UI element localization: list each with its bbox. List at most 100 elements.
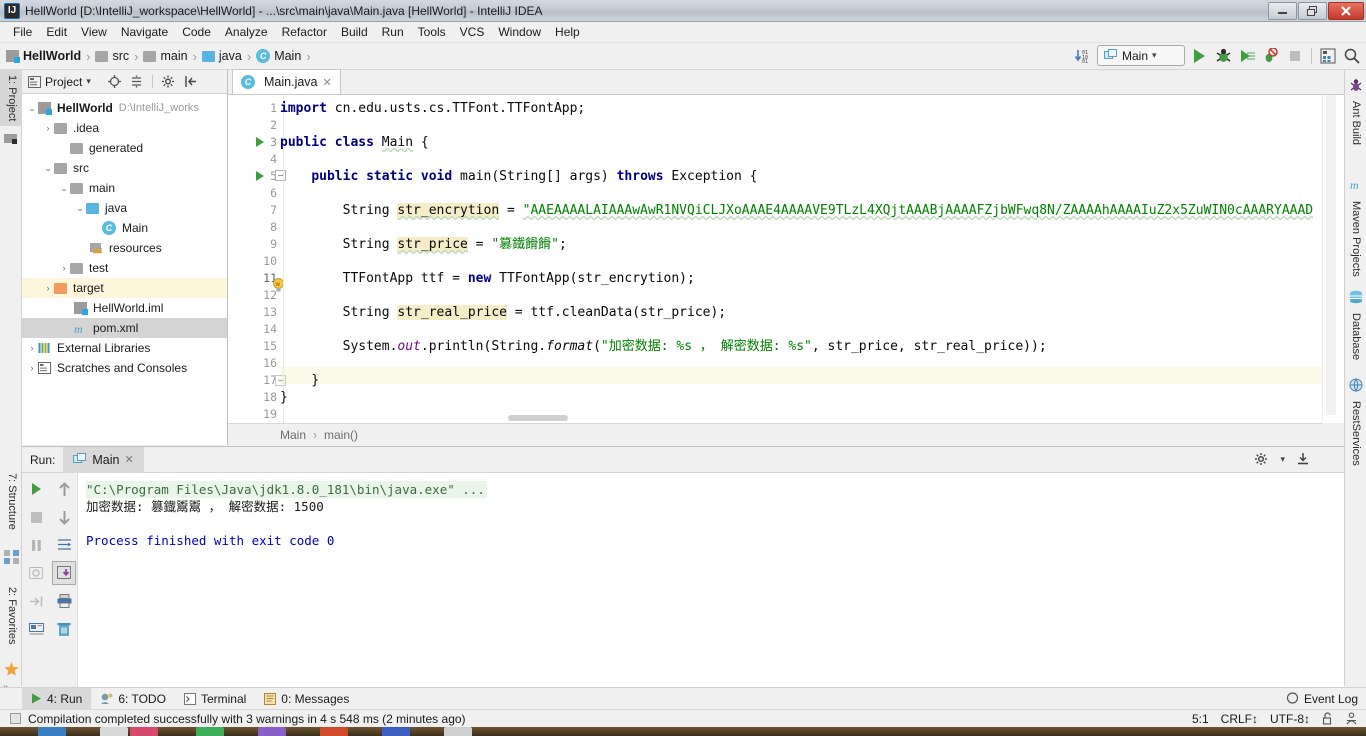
bottom-tab-todo[interactable]: 6: TODO [91, 688, 175, 710]
event-log-button[interactable]: Event Log [1286, 692, 1358, 706]
navbar-crumb-hellworld[interactable]: HellWorld [6, 49, 81, 63]
menu-edit[interactable]: Edit [39, 23, 74, 41]
editor-tab-main-java[interactable]: C Main.java ✕ [232, 69, 341, 94]
chevron-right-icon[interactable]: › [42, 123, 54, 133]
right-rail-tab-ant-build[interactable]: Ant Build [1344, 96, 1366, 150]
chevron-right-icon[interactable]: › [58, 263, 70, 273]
scrollbar-thumb[interactable] [1326, 95, 1336, 415]
run-configuration-selector[interactable]: Main ▾ [1097, 45, 1185, 66]
menu-vcs[interactable]: VCS [453, 23, 492, 41]
console-output[interactable]: "C:\Program Files\Java\jdk1.8.0_181\bin\… [78, 473, 1344, 687]
bottom-tab-run[interactable]: 4: Run [22, 687, 92, 710]
taskbar-item[interactable] [444, 727, 472, 736]
pin-tab-icon[interactable] [1296, 452, 1310, 466]
taskbar-item[interactable] [38, 727, 66, 736]
line-separator[interactable]: CRLF↕ [1221, 712, 1258, 726]
right-rail-tab-database[interactable]: Database [1344, 308, 1366, 365]
rerun-button[interactable] [24, 477, 48, 501]
breadcrumb-class[interactable]: Main [280, 428, 306, 442]
chevron-down-icon[interactable]: ▾ [1280, 454, 1285, 465]
right-rail-tab-maven-projects[interactable]: Maven Projects [1344, 196, 1366, 282]
menu-build[interactable]: Build [334, 23, 375, 41]
run-button[interactable] [1189, 46, 1209, 66]
right-rail-tab-rest-services[interactable]: RestServices [1344, 396, 1366, 471]
menu-view[interactable]: View [74, 23, 114, 41]
run-tab-main[interactable]: Main ✕ [63, 446, 144, 473]
attach-profiler-button[interactable] [1261, 46, 1281, 66]
code-editor[interactable]: 1 2 3 4 5 6 7 8 9 10 11 12 13 14 15 16 1… [228, 95, 1344, 423]
bottom-tab-terminal[interactable]: Terminal [175, 688, 255, 710]
taskbar-item[interactable] [258, 727, 286, 736]
sidebar-tab-project[interactable]: 1: Project [0, 70, 22, 127]
code-text[interactable]: import cn.edu.usts.cs.TTFont.TTFontApp; … [280, 95, 1344, 423]
chevron-right-icon[interactable]: › [26, 343, 38, 353]
menu-navigate[interactable]: Navigate [114, 23, 175, 41]
chevron-down-icon[interactable]: ⌄ [74, 203, 86, 214]
tree-node-scratches-and-consoles[interactable]: › Scratches and Consoles [22, 358, 227, 378]
close-icon[interactable]: ✕ [124, 453, 133, 466]
menu-help[interactable]: Help [548, 23, 587, 41]
background-tasks-icon[interactable] [10, 713, 21, 724]
taskbar-item[interactable] [100, 727, 128, 736]
menu-code[interactable]: Code [175, 23, 218, 41]
tree-node-hellworld-iml[interactable]: HellWorld.iml [22, 298, 227, 318]
close-icon[interactable]: ✕ [323, 76, 332, 89]
tree-node-main[interactable]: ⌄ main [22, 178, 227, 198]
menu-analyze[interactable]: Analyze [218, 23, 275, 41]
chevron-down-icon[interactable]: ⌄ [58, 183, 70, 194]
collapse-all-icon[interactable] [130, 75, 143, 88]
read-only-lock-icon[interactable] [1322, 712, 1333, 725]
inspections-icon[interactable] [1345, 712, 1358, 725]
settings-gear-icon[interactable] [161, 75, 176, 88]
chevron-down-icon[interactable]: ⌄ [26, 103, 38, 114]
editor-vertical-scrollbar[interactable] [1322, 95, 1344, 423]
taskbar-item[interactable] [320, 727, 348, 736]
navbar-crumb-main[interactable]: main [143, 49, 188, 63]
tree-node-test[interactable]: › test [22, 258, 227, 278]
navbar-crumb-mainclass[interactable]: C Main [256, 49, 301, 63]
menu-tools[interactable]: Tools [411, 23, 453, 41]
hide-panel-icon[interactable] [185, 75, 198, 88]
taskbar-item[interactable] [382, 727, 410, 736]
sidebar-tab-structure[interactable]: 7: Structure [0, 468, 22, 535]
taskbar-item[interactable] [196, 727, 224, 736]
chevron-down-icon[interactable]: ▾ [86, 76, 91, 87]
menu-window[interactable]: Window [491, 23, 548, 41]
soft-wrap-button[interactable] [52, 533, 76, 557]
bottom-tab-messages[interactable]: 0: Messages [255, 688, 358, 710]
navbar-crumb-java[interactable]: java [201, 49, 242, 63]
menu-file[interactable]: File [6, 23, 39, 41]
tree-node-external-libraries[interactable]: › External Libraries [22, 338, 227, 358]
toggle-console-button[interactable] [24, 617, 48, 641]
run-class-gutter-icon[interactable] [255, 136, 265, 148]
pause-output-button[interactable] [24, 533, 48, 557]
restore-layout-button[interactable] [24, 589, 48, 613]
scroll-to-end-button[interactable] [52, 561, 76, 585]
debug-button[interactable] [1213, 46, 1233, 66]
print-button[interactable] [52, 589, 76, 613]
dump-threads-button[interactable] [24, 561, 48, 585]
sidebar-tab-favorites[interactable]: 2: Favorites [0, 582, 22, 649]
run-coverage-button[interactable] [1237, 46, 1257, 66]
editor-gutter[interactable]: 1 2 3 4 5 6 7 8 9 10 11 12 13 14 15 16 1… [228, 95, 280, 423]
stop-button[interactable] [24, 505, 48, 529]
restore-button[interactable] [1298, 2, 1327, 20]
locate-icon[interactable] [107, 75, 121, 88]
tree-node-hellworld[interactable]: ⌄ HellWorld D:\IntelliJ_works [22, 98, 227, 118]
compile-icon[interactable]: 01 10 01 [1073, 46, 1093, 66]
tree-node-resources[interactable]: resources [22, 238, 227, 258]
chevron-down-icon[interactable]: ⌄ [42, 163, 54, 174]
tree-node-java[interactable]: ⌄ java [22, 198, 227, 218]
editor-horizontal-scrollbar[interactable] [508, 415, 568, 421]
navbar-crumb-src[interactable]: src [95, 49, 129, 63]
scroll-down-button[interactable] [52, 505, 76, 529]
tree-node-pom-xml[interactable]: m pom.xml [22, 318, 227, 338]
tree-node-target[interactable]: › target [22, 278, 227, 298]
settings-gear-icon[interactable] [1255, 452, 1269, 466]
menu-run[interactable]: Run [375, 23, 411, 41]
tree-node-mainclass[interactable]: C Main [22, 218, 227, 238]
menu-refactor[interactable]: Refactor [275, 23, 334, 41]
encoding[interactable]: UTF-8↕ [1270, 712, 1310, 726]
tree-node-idea[interactable]: › .idea [22, 118, 227, 138]
clear-all-button[interactable] [52, 617, 76, 641]
